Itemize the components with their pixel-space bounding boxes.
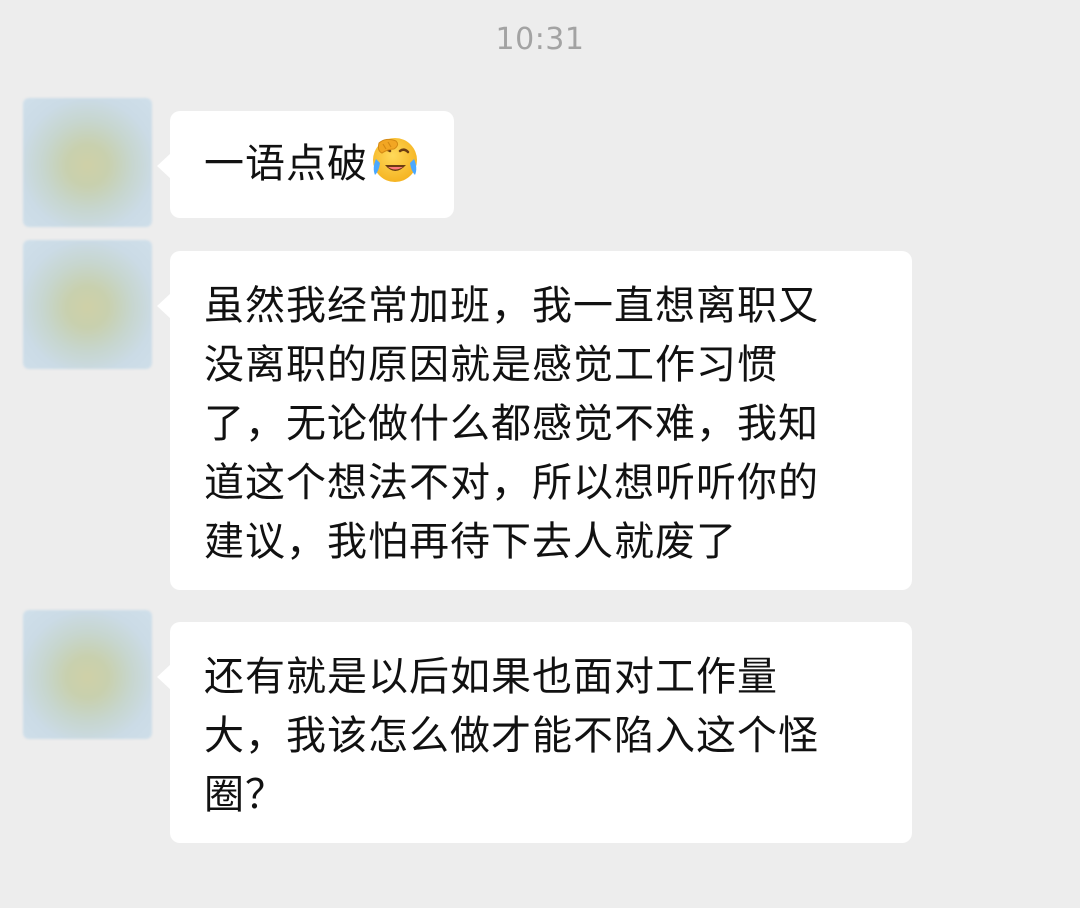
message-bubble[interactable]: 还有就是以后如果也面对工作量 大，我该怎么做才能不陷入这个怪 圈？ <box>157 622 912 843</box>
message-text-line: 大，我该怎么做才能不陷入这个怪 <box>204 713 819 759</box>
message-bubble[interactable]: 虽然我经常加班，我一直想离职又 没离职的原因就是感觉工作习惯 了，无论做什么都感… <box>157 251 912 590</box>
contact-avatar[interactable] <box>23 98 152 227</box>
message-text-line: 建议，我怕再待下去人就废了 <box>204 519 737 565</box>
message-bubble[interactable]: 一语点破 <box>157 111 454 218</box>
contact-avatar[interactable] <box>23 240 152 369</box>
contact-avatar[interactable] <box>23 610 152 739</box>
message-timestamp: 10:31 <box>495 22 585 57</box>
message-text-line: 没离职的原因就是感觉工作习惯 <box>204 342 778 388</box>
message-text: 一语点破 <box>204 141 368 187</box>
message-text-line: 道这个想法不对，所以想听听你的 <box>204 460 819 506</box>
message-text-line: 了，无论做什么都感觉不难，我知 <box>204 401 819 447</box>
message-text-line: 还有就是以后如果也面对工作量 <box>204 654 778 700</box>
message-text-line: 圈？ <box>204 772 286 818</box>
face-with-tears-of-joy-facepalm-icon <box>373 138 417 182</box>
message-text-line: 虽然我经常加班，我一直想离职又 <box>204 283 819 329</box>
